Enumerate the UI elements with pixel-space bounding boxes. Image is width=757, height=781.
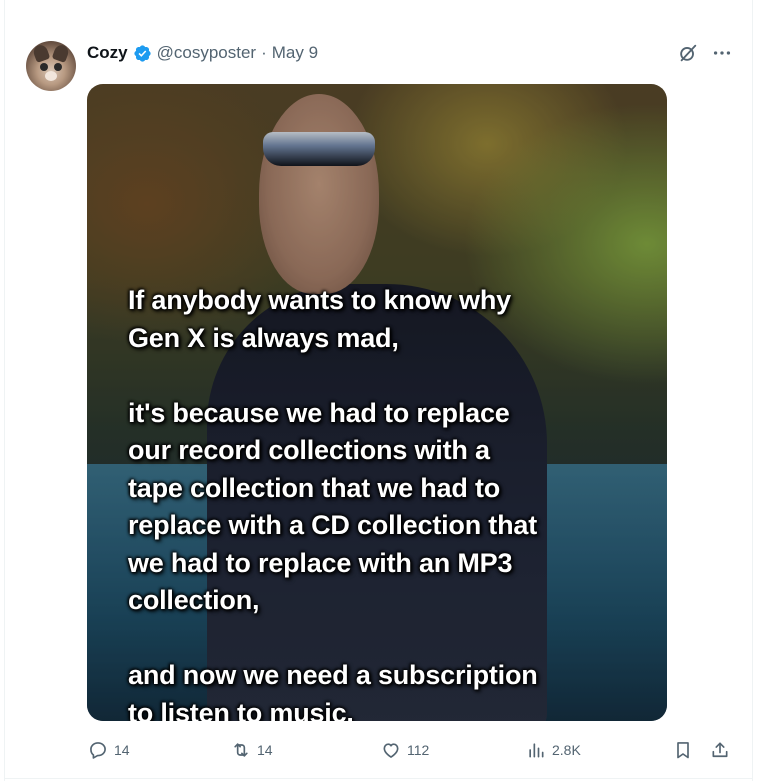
card-bottom-border bbox=[4, 778, 753, 779]
verified-badge-icon bbox=[134, 44, 151, 62]
avatar[interactable] bbox=[26, 41, 76, 91]
action-bar: 14 14 112 2.8K bbox=[0, 736, 757, 764]
like-button[interactable]: 112 bbox=[381, 736, 429, 764]
like-count: 112 bbox=[407, 742, 430, 758]
more-options-icon[interactable] bbox=[711, 42, 733, 64]
reply-button[interactable]: 14 bbox=[88, 736, 130, 764]
avatar-eye-left bbox=[40, 63, 48, 71]
bookmark-button[interactable] bbox=[673, 736, 693, 764]
views-button[interactable]: 2.8K bbox=[526, 736, 581, 764]
views-count: 2.8K bbox=[552, 742, 581, 758]
author-name[interactable]: Cozy bbox=[87, 43, 128, 63]
reply-count: 14 bbox=[114, 742, 130, 758]
avatar-ear-left bbox=[31, 43, 51, 63]
share-icon bbox=[712, 742, 728, 758]
bookmark-icon bbox=[677, 742, 689, 759]
avatar-snout bbox=[45, 71, 57, 81]
grok-icon[interactable] bbox=[677, 42, 699, 64]
avatar-ear-right bbox=[51, 43, 71, 63]
tweet-header: Cozy @cosyposter · May 9 bbox=[87, 42, 318, 64]
post-image[interactable]: If anybody wants to know why Gen X is al… bbox=[87, 84, 667, 721]
post-date[interactable]: May 9 bbox=[272, 43, 318, 63]
header-separator: · bbox=[261, 43, 267, 62]
repost-button[interactable]: 14 bbox=[231, 736, 273, 764]
repost-icon bbox=[234, 743, 248, 757]
repost-count: 14 bbox=[257, 742, 273, 758]
author-handle[interactable]: @cosyposter bbox=[157, 43, 256, 63]
meme-caption: If anybody wants to know why Gen X is al… bbox=[128, 285, 538, 721]
views-chart-icon bbox=[529, 743, 544, 758]
share-button[interactable] bbox=[710, 736, 730, 764]
avatar-eye-right bbox=[54, 63, 62, 71]
heart-icon bbox=[383, 743, 399, 758]
reply-icon bbox=[90, 742, 106, 759]
tweet-card[interactable]: Cozy @cosyposter · May 9 If anybody want… bbox=[0, 0, 757, 781]
